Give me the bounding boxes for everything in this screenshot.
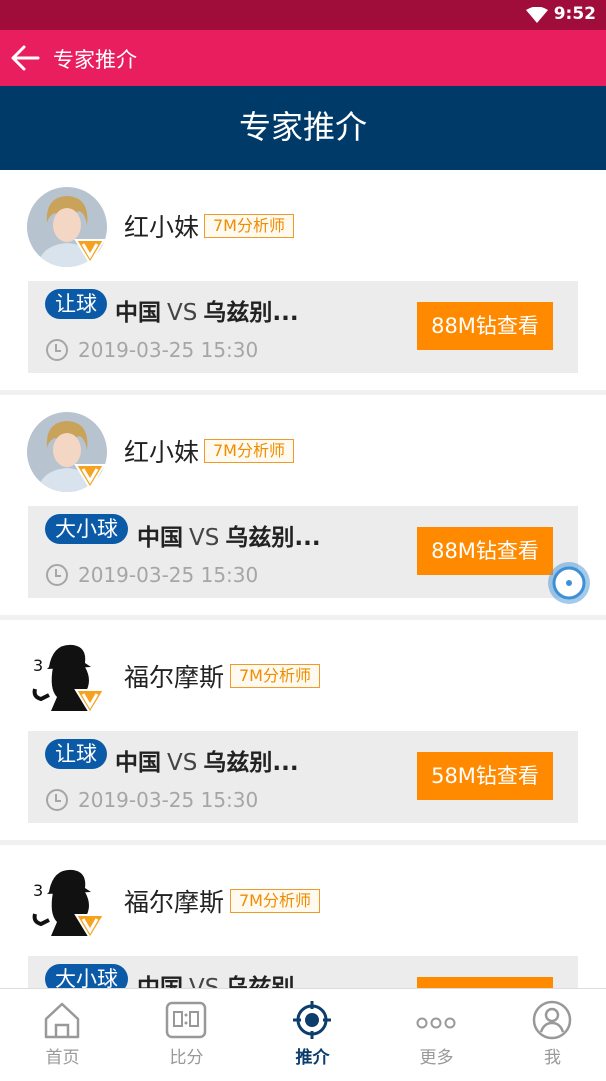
view-button[interactable] bbox=[417, 977, 553, 988]
expert-name: 福尔摩斯 bbox=[124, 888, 225, 917]
expert-card[interactable]: 红小妹 7M分析师 让球 中国 VS 乌兹别... 2019-03-25 15:30… bbox=[0, 170, 606, 395]
floating-assist-icon[interactable] bbox=[546, 560, 592, 606]
analyst-tag: 7M分析师 bbox=[230, 664, 320, 688]
wifi-icon bbox=[526, 7, 548, 23]
analyst-tag: 7M分析师 bbox=[204, 214, 294, 238]
clock-icon bbox=[46, 789, 68, 811]
tab-me[interactable]: 我 bbox=[492, 989, 606, 1081]
tab-recommend[interactable]: 推介 bbox=[252, 989, 373, 1081]
back-arrow-icon[interactable] bbox=[10, 43, 42, 73]
tab-label: 更多 bbox=[419, 1048, 454, 1068]
verified-badge-icon bbox=[74, 464, 106, 490]
tab-home[interactable]: 首页 bbox=[2, 989, 123, 1081]
bottom-tab-bar: 首页 比分 推介 更多 我 bbox=[0, 988, 606, 1081]
user-icon bbox=[532, 1000, 572, 1040]
expert-list[interactable]: 红小妹 7M分析师 让球 中国 VS 乌兹别... 2019-03-25 15:30… bbox=[0, 170, 606, 988]
verified-badge-icon bbox=[74, 914, 106, 940]
match-teams: 中国 VS 乌兹别... bbox=[115, 300, 299, 326]
verified-badge-icon bbox=[74, 689, 106, 715]
view-button[interactable]: 58M钻查看 bbox=[417, 752, 553, 800]
analyst-tag: 7M分析师 bbox=[204, 439, 294, 463]
tab-more[interactable]: 更多 bbox=[376, 989, 497, 1081]
avatar[interactable] bbox=[27, 187, 107, 267]
match-box[interactable]: 大小球 中国 VS 乌兹别... 2019-03-25 15:30 88M钻查看 bbox=[28, 506, 578, 598]
tab-label: 比分 bbox=[169, 1048, 204, 1068]
analyst-tag: 7M分析师 bbox=[230, 889, 320, 913]
scoreboard-icon bbox=[165, 1001, 207, 1039]
target-icon bbox=[293, 1001, 331, 1039]
app-bar-title: 专家推介 bbox=[53, 48, 137, 72]
match-teams: 中国 VS 乌兹别... bbox=[137, 525, 321, 551]
svg-text:3: 3 bbox=[33, 881, 43, 900]
expert-card[interactable]: 3 福尔摩斯 7M分析师 大小球 中国 VS 乌兹别 bbox=[0, 845, 606, 988]
avatar[interactable]: 3 bbox=[27, 862, 107, 942]
expert-name: 红小妹 bbox=[124, 438, 200, 467]
verified-badge-icon bbox=[74, 239, 106, 265]
more-icon bbox=[416, 1017, 456, 1029]
view-button[interactable]: 88M钻查看 bbox=[417, 302, 553, 350]
tab-label: 我 bbox=[544, 1048, 561, 1068]
match-box[interactable]: 大小球 中国 VS 乌兹别 bbox=[28, 956, 578, 988]
svg-text:3: 3 bbox=[33, 656, 43, 675]
expert-card[interactable]: 红小妹 7M分析师 大小球 中国 VS 乌兹别... 2019-03-25 15:3… bbox=[0, 395, 606, 620]
banner-title: 专家推介 bbox=[238, 108, 367, 146]
status-time: 9:52 bbox=[553, 4, 596, 24]
match-teams: 中国 VS 乌兹别 bbox=[137, 975, 295, 988]
bet-type-pill: 让球 bbox=[45, 739, 107, 769]
page-banner: 专家推介 bbox=[0, 86, 606, 170]
match-time: 2019-03-25 15:30 bbox=[78, 563, 259, 587]
clock-icon bbox=[46, 339, 68, 361]
clock-icon bbox=[46, 564, 68, 586]
home-icon bbox=[44, 1002, 80, 1039]
expert-card[interactable]: 3 福尔摩斯 7M分析师 让球 中国 VS 乌兹别... 2019-03-25 15… bbox=[0, 620, 606, 845]
tab-label: 推介 bbox=[295, 1048, 330, 1068]
bet-type-pill: 大小球 bbox=[45, 964, 128, 988]
status-bar: 9:52 bbox=[0, 0, 606, 30]
tab-label: 首页 bbox=[45, 1048, 80, 1068]
match-box[interactable]: 让球 中国 VS 乌兹别... 2019-03-25 15:30 88M钻查看 bbox=[28, 281, 578, 373]
match-time: 2019-03-25 15:30 bbox=[78, 788, 259, 812]
expert-name: 红小妹 bbox=[124, 213, 200, 242]
app-bar: 专家推介 bbox=[0, 30, 606, 86]
match-box[interactable]: 让球 中国 VS 乌兹别... 2019-03-25 15:30 58M钻查看 bbox=[28, 731, 578, 823]
bet-type-pill: 让球 bbox=[45, 289, 107, 319]
tab-score[interactable]: 比分 bbox=[126, 989, 247, 1081]
match-time: 2019-03-25 15:30 bbox=[78, 338, 259, 362]
avatar[interactable] bbox=[27, 412, 107, 492]
match-teams: 中国 VS 乌兹别... bbox=[115, 750, 299, 776]
view-button[interactable]: 88M钻查看 bbox=[417, 527, 553, 575]
expert-name: 福尔摩斯 bbox=[124, 663, 225, 692]
bet-type-pill: 大小球 bbox=[45, 514, 128, 544]
avatar[interactable]: 3 bbox=[27, 637, 107, 717]
